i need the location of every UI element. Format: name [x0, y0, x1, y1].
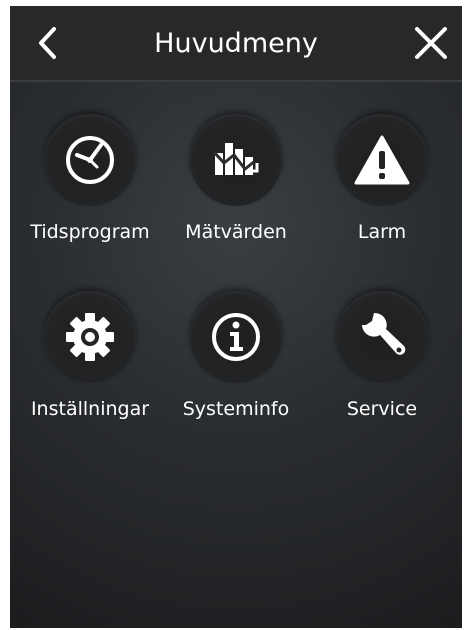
header-divider — [10, 80, 462, 82]
warning-icon — [354, 135, 410, 185]
menu-item-installningar[interactable]: Inställningar — [15, 291, 165, 461]
menu-item-tidsprogram[interactable]: Tidsprogram — [15, 114, 165, 284]
header-bar — [10, 6, 462, 80]
main-menu-screen: Huvudmeny Tidsprogram Mätvärden Larm Ins… — [10, 6, 462, 628]
gear-icon — [66, 313, 114, 361]
menu-item-service[interactable]: Service — [307, 291, 457, 461]
menu-item-larm[interactable]: Larm — [307, 114, 457, 284]
clock-icon — [66, 136, 114, 184]
menu-item-label: Service — [346, 398, 418, 420]
menu-item-matvarden[interactable]: Mätvärden — [161, 114, 311, 284]
close-icon — [415, 27, 447, 59]
info-icon — [212, 313, 260, 361]
chart-icon — [211, 143, 259, 175]
wrench-icon — [362, 312, 406, 355]
close-button[interactable] — [408, 20, 454, 66]
back-button[interactable] — [24, 20, 70, 66]
menu-item-systeminfo[interactable]: Systeminfo — [161, 291, 311, 461]
menu-item-label: Larm — [357, 221, 407, 243]
chevron-left-icon — [39, 27, 56, 59]
